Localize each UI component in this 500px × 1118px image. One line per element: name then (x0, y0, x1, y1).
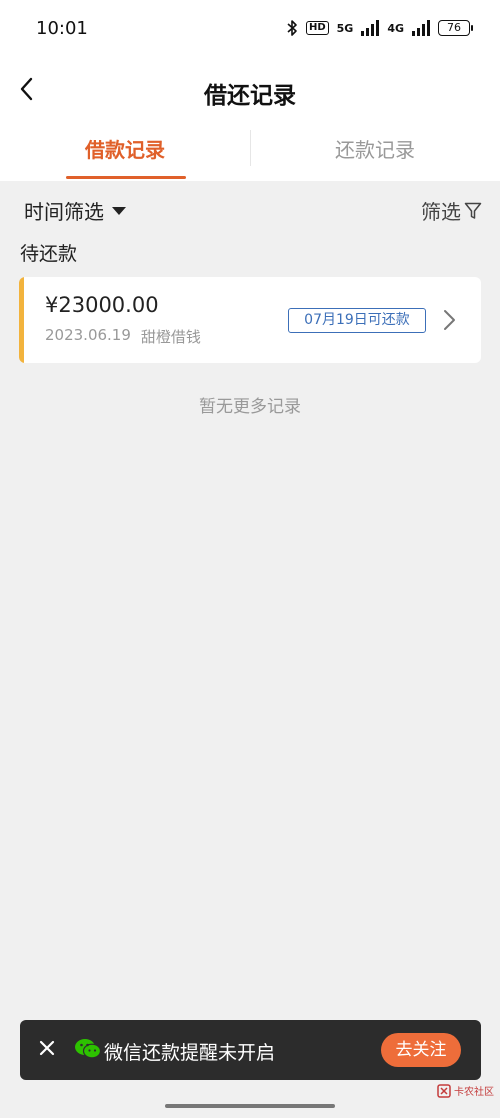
status-icons: HD 5G 4G 76 (286, 19, 473, 37)
no-more-records: 暂无更多记录 (199, 397, 301, 417)
wechat-icon (75, 1039, 102, 1059)
close-icon[interactable] (36, 1037, 58, 1059)
filter-row: 时间筛选 筛选 (0, 181, 500, 237)
tab-bar: 借款记录 还款记录 (0, 120, 500, 181)
loan-record-card[interactable]: ¥23000.00 2023.06.19 甜橙借钱 07月19日可还款 (19, 277, 481, 363)
section-title-pending: 待还款 (20, 243, 78, 265)
tab-repay-records[interactable]: 还款记录 (250, 134, 500, 163)
active-tab-indicator (66, 176, 186, 179)
time-filter-dropdown[interactable]: 时间筛选 (24, 196, 126, 225)
home-indicator[interactable] (165, 1104, 335, 1108)
caret-down-icon (112, 206, 126, 215)
wechat-reminder-banner: 微信还款提醒未开启 去关注 (20, 1020, 481, 1080)
watermark-logo-icon (437, 1083, 451, 1098)
funnel-icon (464, 202, 482, 219)
filter-label: 筛选 (421, 200, 461, 224)
loan-meta: 2023.06.19 甜橙借钱 (45, 326, 201, 347)
nav-bar: 借还记录 (0, 60, 500, 120)
bluetooth-icon (287, 20, 297, 36)
watermark: 卡农社区 (437, 1083, 494, 1098)
hd-icon: HD (305, 21, 329, 35)
signal-icon (361, 20, 380, 36)
battery-icon: 76 (438, 20, 473, 36)
time-filter-label: 时间筛选 (24, 200, 104, 224)
page-title: 借还记录 (204, 83, 296, 109)
tab-borrow-records[interactable]: 借款记录 (0, 134, 250, 163)
network-5g-label: 5G (336, 21, 354, 35)
card-accent-bar (19, 277, 24, 363)
chevron-right-icon (444, 310, 455, 330)
status-bar: 10:01 HD 5G 4G 76 (0, 0, 500, 60)
network-4g-label: 4G (387, 21, 404, 35)
loan-date: 2023.06.19 (45, 326, 131, 344)
banner-text: 微信还款提醒未开启 (104, 1042, 276, 1064)
watermark-text: 卡农社区 (454, 1087, 494, 1098)
filter-button[interactable]: 筛选 (421, 196, 482, 225)
signal-icon-2 (412, 20, 430, 36)
due-date-badge: 07月19日可还款 (288, 308, 426, 333)
follow-button[interactable]: 去关注 (381, 1033, 461, 1067)
loan-product: 甜橙借钱 (140, 328, 201, 346)
loan-amount: ¥23000.00 (45, 293, 159, 317)
status-time: 10:01 (36, 18, 88, 39)
